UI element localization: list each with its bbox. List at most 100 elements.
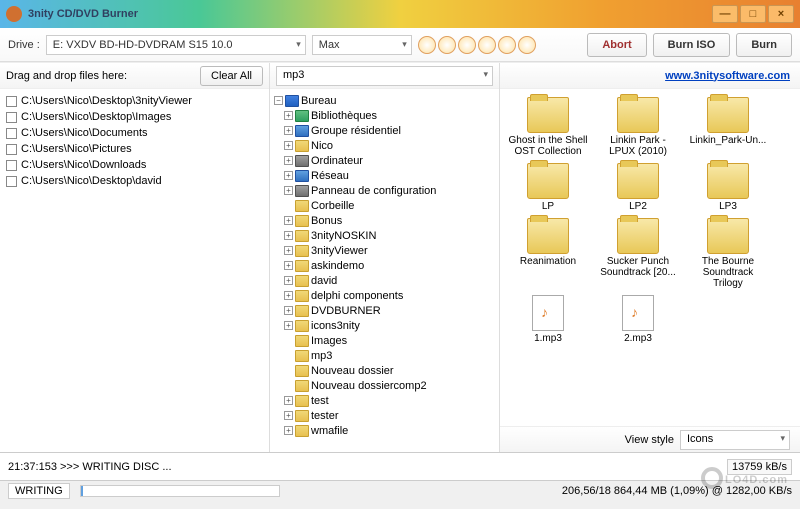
folder-item[interactable]: The Bourne Soundtrack Trilogy	[688, 218, 768, 289]
checkbox-icon[interactable]	[6, 128, 17, 139]
disc-icon[interactable]	[458, 36, 476, 54]
view-style-dropdown[interactable]: Icons	[680, 430, 790, 450]
file-list-item[interactable]: C:\Users\Nico\Pictures	[6, 141, 263, 157]
tree-node[interactable]: Corbeille	[272, 198, 497, 213]
expand-icon[interactable]	[284, 261, 293, 270]
tree-node[interactable]: 3nityNOSKIN	[272, 228, 497, 243]
tree-node[interactable]: Bureau	[272, 93, 497, 108]
expand-icon[interactable]	[284, 306, 293, 315]
expand-icon[interactable]	[284, 291, 293, 300]
file-item[interactable]: 2.mp3	[598, 295, 678, 344]
tree-node[interactable]: Bibliothèques	[272, 108, 497, 123]
disc-icon[interactable]	[478, 36, 496, 54]
folder-item[interactable]: LP3	[688, 163, 768, 212]
tree-node[interactable]: Nouveau dossier	[272, 363, 497, 378]
checkbox-icon[interactable]	[6, 144, 17, 155]
tree-label: 3nityNOSKIN	[311, 229, 376, 243]
disc-icon[interactable]	[498, 36, 516, 54]
tree-label: Bureau	[301, 94, 336, 108]
website-link[interactable]: www.3nitysoftware.com	[665, 70, 790, 82]
tree-node[interactable]: Nico	[272, 138, 497, 153]
folder-item[interactable]: LP	[508, 163, 588, 212]
tree-node[interactable]: Ordinateur	[272, 153, 497, 168]
drive-value: E: VXDV BD-HD-DVDRAM S15 10.0	[53, 39, 233, 51]
disc-icon[interactable]	[418, 36, 436, 54]
folder-icon	[295, 395, 309, 407]
folder-item[interactable]: Reanimation	[508, 218, 588, 289]
expand-icon[interactable]	[284, 111, 293, 120]
expand-icon[interactable]	[284, 186, 293, 195]
tree-node[interactable]: test	[272, 393, 497, 408]
speed-dropdown[interactable]: Max	[312, 35, 412, 55]
status-log-bar: 21:37:153 >>> WRITING DISC ... 13759 kB/…	[0, 452, 800, 480]
folder-item[interactable]: Linkin_Park-Un...	[688, 97, 768, 157]
tree-node[interactable]: askindemo	[272, 258, 497, 273]
tree-label: test	[311, 394, 329, 408]
item-label: The Bourne Soundtrack Trilogy	[688, 256, 768, 289]
checkbox-icon[interactable]	[6, 96, 17, 107]
file-list-item[interactable]: C:\Users\Nico\Desktop\Images	[6, 109, 263, 125]
folder-icon	[295, 350, 309, 362]
expand-icon[interactable]	[284, 321, 293, 330]
path-dropdown[interactable]: mp3	[276, 66, 493, 86]
tree-node[interactable]: 3nityViewer	[272, 243, 497, 258]
file-list-item[interactable]: C:\Users\Nico\Downloads	[6, 157, 263, 173]
status-log: 21:37:153 >>> WRITING DISC ...	[8, 461, 172, 473]
speed-value: Max	[319, 39, 340, 51]
file-list-item[interactable]: C:\Users\Nico\Desktop\3nityViewer	[6, 93, 263, 109]
file-item[interactable]: 1.mp3	[508, 295, 588, 344]
tree-node[interactable]: delphi components	[272, 288, 497, 303]
checkbox-icon[interactable]	[6, 160, 17, 171]
folder-item[interactable]: LP2	[598, 163, 678, 212]
abort-button[interactable]: Abort	[587, 33, 646, 57]
item-label: LP	[542, 201, 554, 212]
folder-item[interactable]: Sucker Punch Soundtrack [20...	[598, 218, 678, 289]
folder-icon	[295, 140, 309, 152]
tree-node[interactable]: david	[272, 273, 497, 288]
expand-icon[interactable]	[284, 126, 293, 135]
disc-icon[interactable]	[518, 36, 536, 54]
minimize-button[interactable]: —	[712, 5, 738, 23]
file-grid[interactable]: Ghost in the Shell OST CollectionLinkin …	[500, 89, 800, 426]
expand-icon[interactable]	[284, 231, 293, 240]
tree-node[interactable]: wmafile	[272, 423, 497, 438]
tree-node[interactable]: icons3nity	[272, 318, 497, 333]
file-list[interactable]: C:\Users\Nico\Desktop\3nityViewerC:\User…	[0, 89, 269, 452]
tree-node[interactable]: mp3	[272, 348, 497, 363]
maximize-button[interactable]: □	[740, 5, 766, 23]
tree-node[interactable]: Panneau de configuration	[272, 183, 497, 198]
close-button[interactable]: ×	[768, 5, 794, 23]
tree-label: Réseau	[311, 169, 349, 183]
tree-node[interactable]: DVDBURNER	[272, 303, 497, 318]
tree-node[interactable]: Nouveau dossiercomp2	[272, 378, 497, 393]
expand-icon[interactable]	[284, 246, 293, 255]
expand-icon[interactable]	[284, 396, 293, 405]
folder-tree[interactable]: BureauBibliothèquesGroupe résidentielNic…	[270, 89, 499, 452]
file-list-item[interactable]: C:\Users\Nico\Documents	[6, 125, 263, 141]
clear-all-button[interactable]: Clear All	[200, 66, 263, 86]
expand-icon[interactable]	[284, 276, 293, 285]
folder-item[interactable]: Linkin Park - LPUX (2010)	[598, 97, 678, 157]
tree-node[interactable]: Réseau	[272, 168, 497, 183]
folder-icon	[295, 260, 309, 272]
drive-dropdown[interactable]: E: VXDV BD-HD-DVDRAM S15 10.0	[46, 35, 306, 55]
tree-node[interactable]: Groupe résidentiel	[272, 123, 497, 138]
tree-node[interactable]: Images	[272, 333, 497, 348]
expand-icon[interactable]	[284, 156, 293, 165]
collapse-icon[interactable]	[274, 96, 283, 105]
burn-button[interactable]: Burn	[736, 33, 792, 57]
expand-icon[interactable]	[284, 426, 293, 435]
file-list-item[interactable]: C:\Users\Nico\Desktop\david	[6, 173, 263, 189]
tree-node[interactable]: tester	[272, 408, 497, 423]
disc-icon[interactable]	[438, 36, 456, 54]
tree-label: Ordinateur	[311, 154, 363, 168]
checkbox-icon[interactable]	[6, 112, 17, 123]
tree-node[interactable]: Bonus	[272, 213, 497, 228]
checkbox-icon[interactable]	[6, 176, 17, 187]
expand-icon[interactable]	[284, 411, 293, 420]
expand-icon[interactable]	[284, 141, 293, 150]
folder-item[interactable]: Ghost in the Shell OST Collection	[508, 97, 588, 157]
expand-icon[interactable]	[284, 216, 293, 225]
expand-icon[interactable]	[284, 171, 293, 180]
burn-iso-button[interactable]: Burn ISO	[653, 33, 731, 57]
